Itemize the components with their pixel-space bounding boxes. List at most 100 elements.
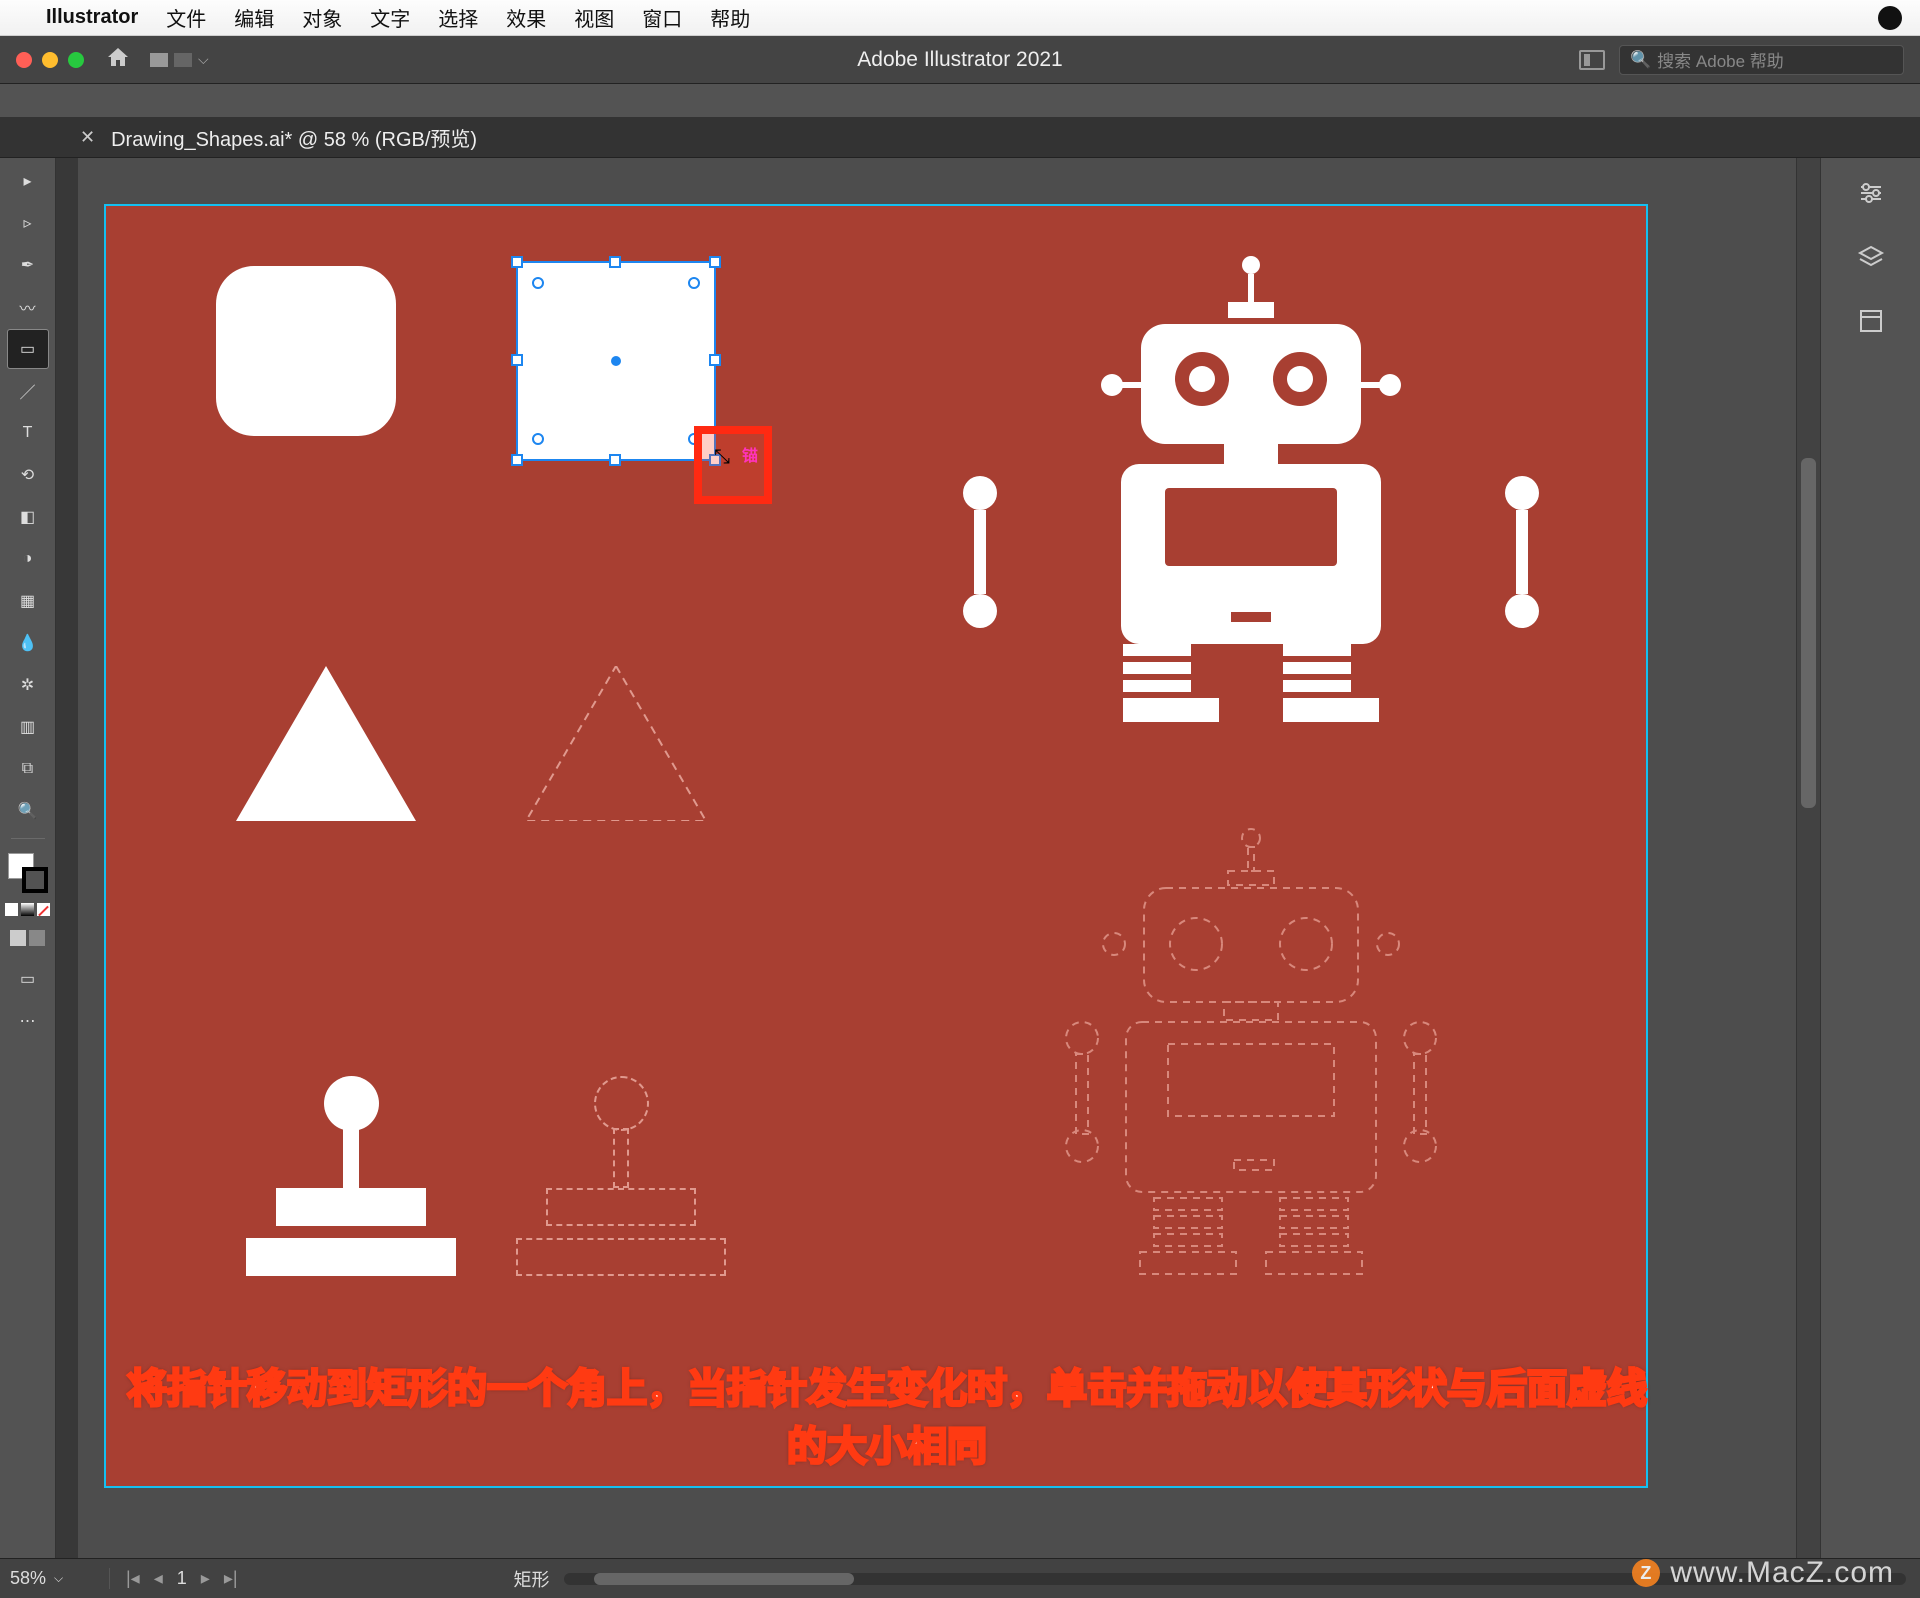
triangle-outline-guide [526, 666, 706, 821]
robot-outline-guide [1036, 826, 1466, 1351]
window-close-button[interactable] [16, 52, 32, 68]
window-maximize-button[interactable] [68, 52, 84, 68]
properties-panel-icon[interactable] [1854, 178, 1888, 208]
document-tab-label[interactable]: Drawing_Shapes.ai* @ 58 % (RGB/预览) [111, 123, 477, 152]
menubar-status-icon[interactable] [1878, 6, 1902, 30]
right-panel-dock [1820, 158, 1920, 1558]
draw-behind-icon[interactable] [29, 930, 45, 946]
type-tool[interactable]: T [8, 414, 48, 452]
stroke-swatch[interactable] [22, 867, 48, 893]
draw-normal-icon[interactable] [10, 930, 26, 946]
tools-panel: ▸ ▹ ✒ 〰 ▭ ／ T ⟲ ◧ ◑ ▦ 💧 ✲ ▥ ⧉ 🔍 ▭ ⋯ [0, 158, 56, 1558]
resize-handle[interactable] [511, 354, 523, 366]
menu-select[interactable]: 选择 [438, 3, 478, 32]
search-placeholder: 搜索 Adobe 帮助 [1657, 47, 1784, 72]
draw-mode-row [10, 930, 45, 946]
zoom-value: 58% [10, 1568, 46, 1589]
resize-handle[interactable] [709, 256, 721, 268]
toolbar-gutter [56, 158, 78, 1558]
libraries-panel-icon[interactable] [1854, 306, 1888, 336]
joystick-outline-guide [516, 1076, 726, 1276]
next-artboard-button[interactable]: ▸ [201, 1568, 210, 1589]
gradient-tool[interactable]: ▦ [8, 582, 48, 620]
curvature-tool[interactable]: 〰 [8, 288, 48, 326]
home-icon[interactable] [106, 46, 130, 73]
paintbrush-tool[interactable]: ／ [8, 372, 48, 410]
artboard-number[interactable]: 1 [177, 1568, 187, 1589]
tab-close-icon[interactable]: ✕ [80, 127, 95, 148]
robot-shape[interactable] [1036, 256, 1466, 722]
status-bar: 58% ⌵ |◂ ◂ 1 ▸ ▸| 矩形 Z www.MacZ.com [0, 1558, 1920, 1598]
symbol-sprayer-tool[interactable]: ✲ [8, 666, 48, 704]
eraser-tool[interactable]: ◧ [8, 498, 48, 536]
screen-mode-button[interactable]: ▭ [8, 960, 48, 998]
menu-effect[interactable]: 效果 [506, 3, 546, 32]
scrollbar-thumb[interactable] [1801, 458, 1816, 808]
chevron-down-icon: ⌵ [54, 1571, 63, 1586]
app-titlebar: ⌵ Adobe Illustrator 2021 🔍 搜索 Adobe 帮助 [0, 36, 1920, 84]
menu-file[interactable]: 文件 [166, 3, 206, 32]
artboard-navigator: |◂ ◂ 1 ▸ ▸| [110, 1568, 254, 1589]
triangle-shape[interactable] [236, 666, 416, 821]
watermark-badge: Z [1632, 1559, 1660, 1587]
edit-toolbar-button[interactable]: ⋯ [8, 1002, 48, 1040]
rounded-rect-shape[interactable] [216, 266, 396, 436]
watermark: Z www.MacZ.com [1632, 1556, 1894, 1590]
graph-tool[interactable]: ▥ [8, 708, 48, 746]
resize-handle[interactable] [709, 354, 721, 366]
menu-edit[interactable]: 编辑 [234, 3, 274, 32]
color-gradient-icon[interactable] [21, 903, 34, 916]
layers-panel-icon[interactable] [1854, 242, 1888, 272]
artboard-tool[interactable]: ⧉ [8, 750, 48, 788]
rectangle-tool[interactable]: ▭ [8, 330, 48, 368]
menu-object[interactable]: 对象 [302, 3, 342, 32]
scrollbar-thumb[interactable] [594, 1573, 854, 1585]
prev-artboard-button[interactable]: ◂ [154, 1568, 163, 1589]
first-artboard-button[interactable]: |◂ [126, 1568, 140, 1589]
anchor-tooltip: 锚 [742, 442, 758, 466]
resize-handle[interactable] [511, 256, 523, 268]
zoom-tool[interactable]: 🔍 [8, 792, 48, 830]
help-search-input[interactable]: 🔍 搜索 Adobe 帮助 [1619, 45, 1904, 75]
corner-widget[interactable] [532, 277, 544, 289]
resize-handle[interactable] [609, 256, 621, 268]
eyedropper-tool[interactable]: 💧 [8, 624, 48, 662]
selection-type-label: 矩形 [514, 1566, 550, 1592]
window-minimize-button[interactable] [42, 52, 58, 68]
menu-window[interactable]: 窗口 [642, 3, 682, 32]
corner-widget[interactable] [532, 433, 544, 445]
last-artboard-button[interactable]: ▸| [224, 1568, 238, 1589]
workspace-switcher[interactable]: ⌵ [150, 51, 209, 68]
resize-handle[interactable] [609, 454, 621, 466]
search-icon: 🔍 [1630, 50, 1651, 70]
vertical-scrollbar[interactable] [1796, 158, 1820, 1558]
menu-type[interactable]: 文字 [370, 3, 410, 32]
fill-stroke-swatch[interactable] [8, 853, 48, 893]
direct-selection-tool[interactable]: ▹ [8, 204, 48, 242]
watermark-text: www.MacZ.com [1670, 1556, 1894, 1590]
macos-menubar: Illustrator 文件 编辑 对象 文字 选择 效果 视图 窗口 帮助 [0, 0, 1920, 36]
shape-builder-tool[interactable]: ◑ [8, 540, 48, 578]
app-title: Adobe Illustrator 2021 [857, 48, 1062, 72]
panel-layout-icon[interactable] [1579, 50, 1605, 70]
center-point[interactable] [611, 356, 621, 366]
document-tab-strip: ✕ Drawing_Shapes.ai* @ 58 % (RGB/预览) [0, 118, 1920, 158]
color-mode-row [5, 903, 50, 916]
pen-tool[interactable]: ✒ [8, 246, 48, 284]
selection-tool[interactable]: ▸ [8, 162, 48, 200]
color-none-icon[interactable] [37, 903, 50, 916]
selected-rectangle[interactable] [516, 261, 716, 461]
menu-help[interactable]: 帮助 [710, 3, 750, 32]
menu-view[interactable]: 视图 [574, 3, 614, 32]
tutorial-highlight: ⤡ 锚 [694, 426, 772, 504]
artboard[interactable]: ⤡ 锚 [106, 206, 1646, 1486]
resize-handle[interactable] [511, 454, 523, 466]
control-bar[interactable] [0, 84, 1920, 118]
zoom-level-dropdown[interactable]: 58% ⌵ [0, 1568, 110, 1589]
app-menu[interactable]: Illustrator [46, 6, 138, 29]
corner-widget[interactable] [688, 277, 700, 289]
rotate-tool[interactable]: ⟲ [8, 456, 48, 494]
color-solid-icon[interactable] [5, 903, 18, 916]
canvas-area[interactable]: ⤡ 锚 [78, 158, 1796, 1558]
joystick-shape[interactable] [246, 1076, 456, 1276]
